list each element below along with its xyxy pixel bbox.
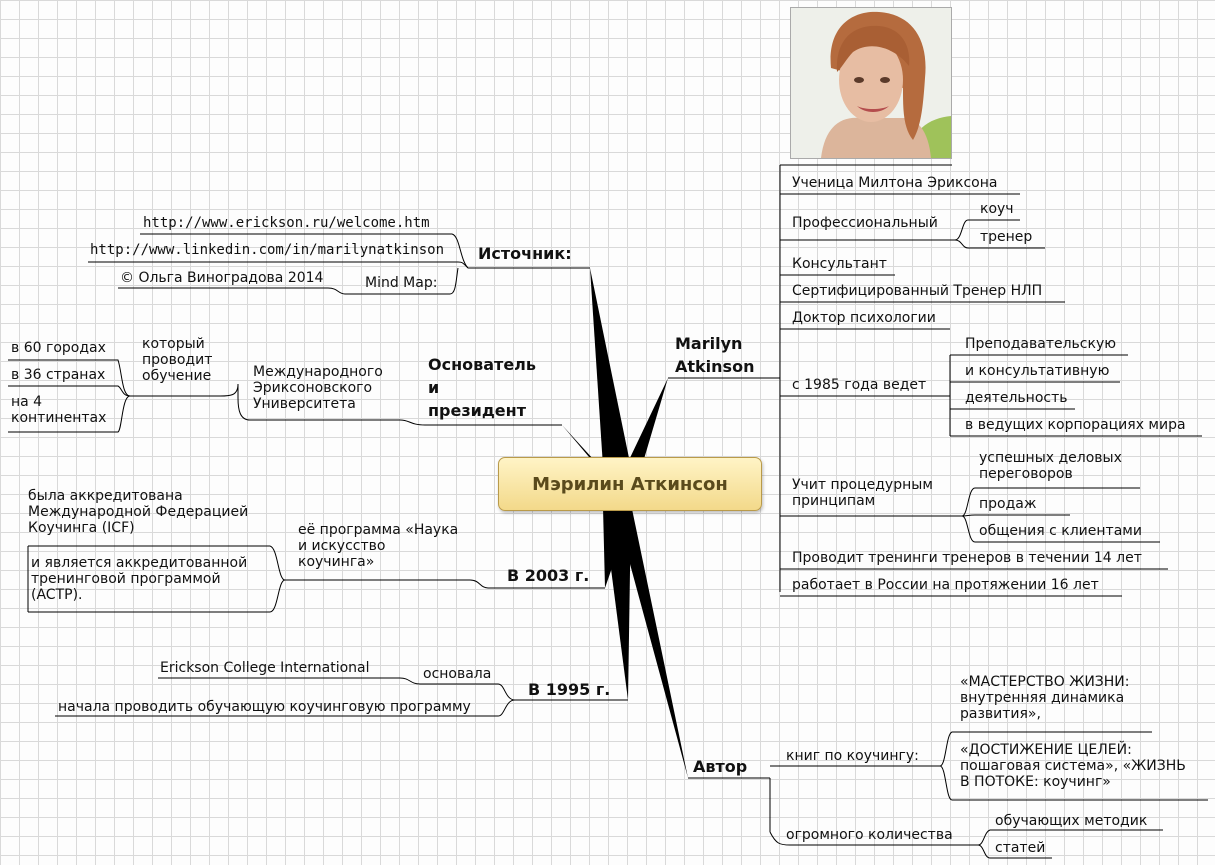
year-1995-title[interactable]: В 1995 г.	[528, 678, 610, 701]
year-2003-actp[interactable]: и является аккредитованной тренинговой п…	[31, 555, 247, 603]
source-copyright: © Ольга Виноградова 2014	[120, 270, 324, 286]
year-2003-program[interactable]: её программа «Наука и искусство коучинга…	[298, 522, 458, 570]
marilyn-consultant[interactable]: Консультант	[792, 256, 887, 272]
marilyn-since-1985[interactable]: с 1985 года ведет	[792, 377, 926, 393]
author-book-mastery[interactable]: «МАСТЕРСТВО ЖИЗНИ: внутренняя динамика р…	[960, 674, 1129, 722]
marilyn-activity-consulting[interactable]: и консультативную	[965, 363, 1109, 379]
founder-university[interactable]: Международного Эриксоновского Университе…	[253, 364, 383, 412]
portrait-photo	[790, 7, 952, 159]
principle-client-communication[interactable]: общения с клиентами	[979, 523, 1142, 539]
marilyn-doctor[interactable]: Доктор психологии	[792, 310, 936, 326]
year-1995-college[interactable]: Erickson College International	[160, 660, 370, 676]
mind-map: Мэрилин Аткинсон Источник: http://www.er…	[0, 0, 1215, 865]
year-2003-title[interactable]: В 2003 г.	[507, 564, 589, 587]
marilyn-trains-trainers[interactable]: Проводит тренинги тренеров в течении 14 …	[792, 550, 1142, 566]
year-2003-icf[interactable]: была аккредитована Международной Федерац…	[28, 488, 248, 536]
main-branches	[562, 268, 688, 778]
author-articles[interactable]: статей	[995, 840, 1045, 856]
year-1995-started[interactable]: начала проводить обучающую коучинговую п…	[58, 699, 471, 715]
marilyn-activity-teaching[interactable]: Преподавательскую	[965, 336, 1116, 352]
marilyn-professional[interactable]: Профессиональный	[792, 215, 938, 231]
marilyn-activity[interactable]: деятельность	[965, 390, 1068, 406]
founder-title[interactable]: Основатель и президент	[428, 353, 536, 422]
author-title[interactable]: Автор	[693, 755, 747, 778]
marilyn-teaches-principles[interactable]: Учит процедурным принципам	[792, 477, 933, 509]
source-link-linkedin[interactable]: http://www.linkedin.com/in/marilynatkins…	[90, 242, 444, 258]
marilyn-student[interactable]: Ученица Милтона Эриксона	[792, 175, 997, 191]
author-many[interactable]: огромного количества	[786, 827, 953, 843]
portrait-illustration	[791, 8, 951, 158]
central-topic[interactable]: Мэрилин Аткинсон	[498, 457, 762, 511]
marilyn-works-in-russia[interactable]: работает в России на протяжении 16 лет	[792, 577, 1099, 593]
author-methods[interactable]: обучающих методик	[995, 813, 1147, 829]
author-books[interactable]: книг по коучингу:	[786, 748, 919, 764]
author-book-goals[interactable]: «ДОСТИЖЕНИЕ ЦЕЛЕЙ: пошаговая система», «…	[960, 742, 1186, 790]
founder-place-countries[interactable]: в 36 странах	[11, 367, 105, 383]
marilyn-trainer[interactable]: тренер	[980, 229, 1032, 245]
marilyn-activity-corporations[interactable]: в ведущих корпорациях мира	[965, 417, 1186, 433]
source-mindmap-label: Mind Map:	[365, 275, 438, 291]
source-link-erickson[interactable]: http://www.erickson.ru/welcome.htm	[143, 215, 430, 231]
principle-negotiations[interactable]: успешных деловых переговоров	[979, 450, 1122, 482]
marilyn-nlp-trainer[interactable]: Сертифицированный Тренер НЛП	[792, 283, 1042, 299]
marilyn-title[interactable]: Marilyn Atkinson	[675, 332, 754, 378]
founder-conducts-training[interactable]: который проводит обучение	[142, 336, 212, 384]
founder-place-continents[interactable]: на 4 континентах	[11, 394, 106, 426]
principle-sales[interactable]: продаж	[979, 496, 1036, 512]
year-1995-founded[interactable]: основала	[423, 666, 491, 682]
source-title[interactable]: Источник:	[478, 242, 572, 265]
founder-place-cities[interactable]: в 60 городах	[11, 340, 106, 356]
marilyn-coach[interactable]: коуч	[980, 201, 1014, 217]
